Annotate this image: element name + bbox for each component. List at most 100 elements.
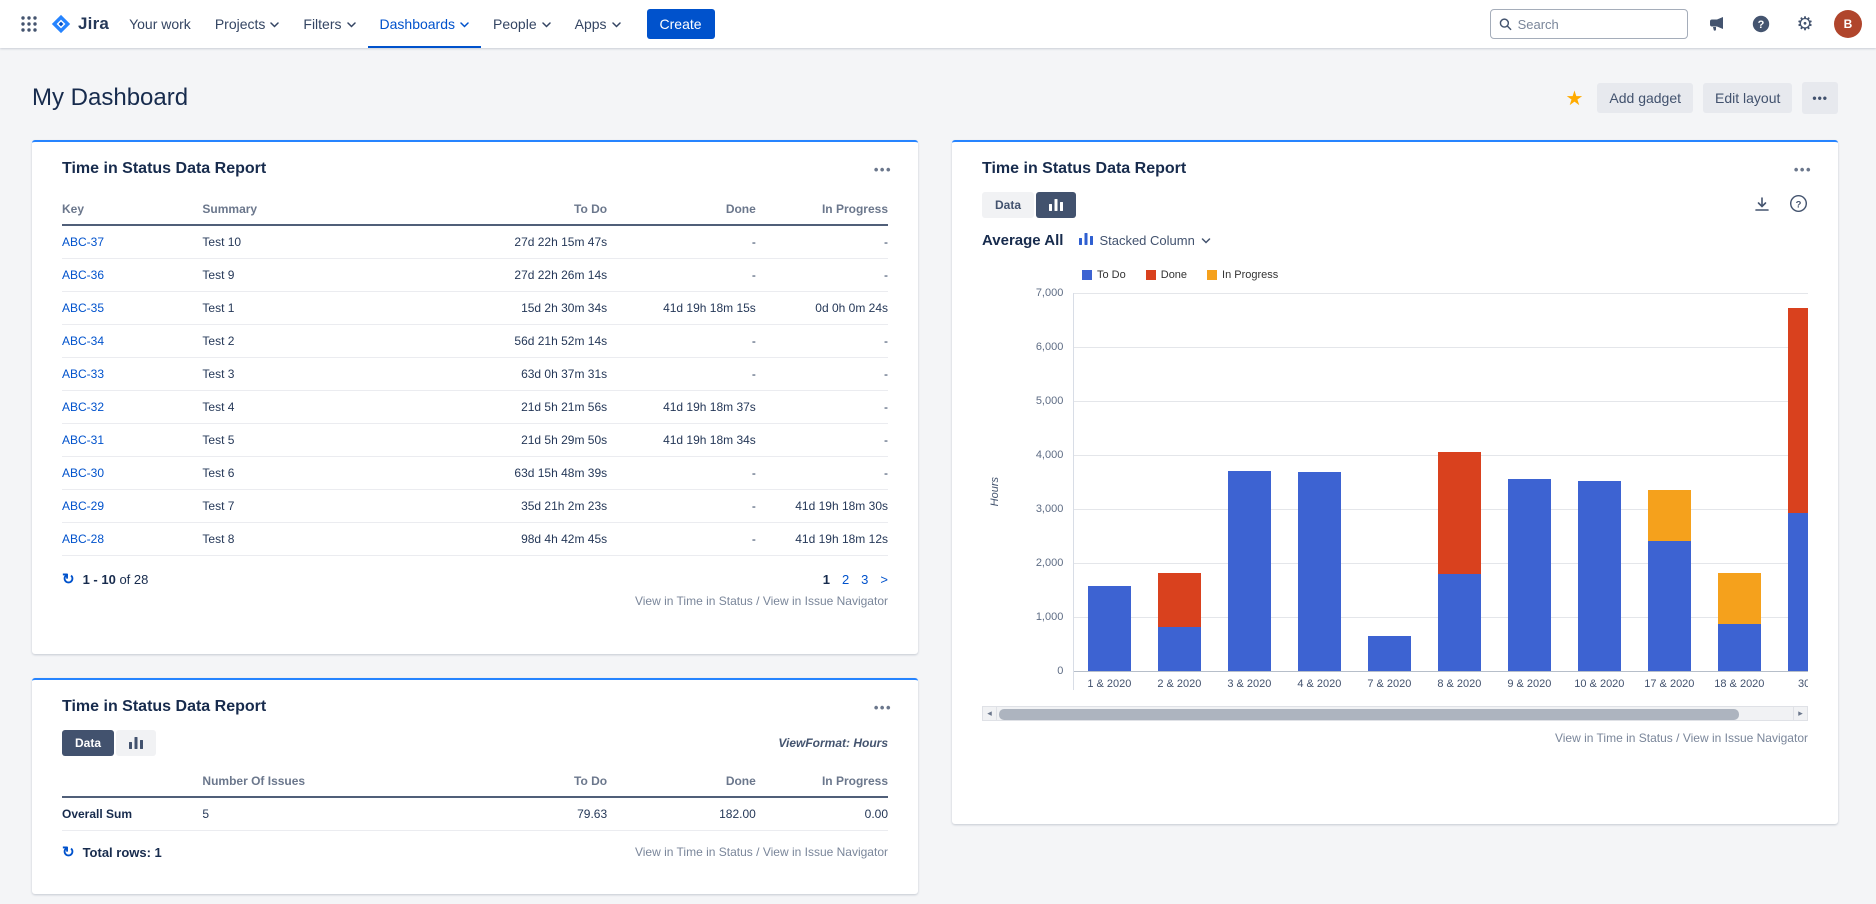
gadget-time-in-status-chart: Time in Status Data Report ••• Data ? [952, 140, 1838, 824]
bar-group[interactable] [1704, 573, 1774, 671]
x-tick-label: 2 & 2020 [1144, 671, 1214, 690]
refresh-icon[interactable]: ↻ [62, 843, 75, 861]
view-in-issue-navigator-link[interactable]: View in Issue Navigator [763, 845, 888, 859]
gadget-menu-icon[interactable]: ••• [874, 700, 892, 715]
bar-group[interactable] [1074, 586, 1144, 671]
column-header-summary: Summary [202, 188, 409, 225]
bar-segment[interactable] [1508, 479, 1551, 671]
nav-item-projects[interactable]: Projects [203, 0, 292, 48]
help-icon[interactable]: ? [1746, 9, 1776, 39]
bar-group[interactable] [1494, 479, 1564, 671]
chevron-down-icon [460, 22, 469, 28]
chart-view-button[interactable] [1036, 192, 1076, 218]
done-value: 182.00 [607, 797, 756, 831]
gadget-menu-icon[interactable]: ••• [1794, 162, 1812, 177]
gadget-time-in-status-table: Time in Status Data Report ••• Key Summa… [32, 140, 918, 654]
bar-segment[interactable] [1788, 513, 1808, 671]
bar-segment[interactable] [1158, 573, 1201, 627]
bar-segment[interactable] [1718, 624, 1761, 671]
legend-item[interactable]: In Progress [1207, 269, 1278, 281]
refresh-icon[interactable]: ↻ [62, 570, 75, 588]
help-circle-icon[interactable]: ? [1789, 194, 1808, 216]
data-view-button[interactable]: Data [982, 192, 1034, 218]
bar-group[interactable] [1284, 472, 1354, 671]
app-switcher-icon[interactable] [14, 9, 44, 39]
gadget-menu-icon[interactable]: ••• [874, 162, 892, 177]
issue-key-link[interactable]: ABC-29 [62, 499, 104, 513]
bar-group[interactable] [1214, 471, 1284, 671]
avatar[interactable]: B [1834, 10, 1862, 38]
nav-item-people[interactable]: People [481, 0, 563, 48]
bar-group[interactable] [1564, 481, 1634, 671]
scrollbar-thumb[interactable] [999, 709, 1739, 720]
add-gadget-button[interactable]: Add gadget [1597, 83, 1693, 113]
bar-group[interactable] [1424, 452, 1494, 671]
nav-item-apps[interactable]: Apps [563, 0, 633, 48]
nav-item-filters[interactable]: Filters [291, 0, 367, 48]
issue-row: ABC-34Test 256d 21h 52m 14s-- [62, 325, 888, 358]
issue-key-link[interactable]: ABC-30 [62, 466, 104, 480]
issue-key-link[interactable]: ABC-31 [62, 433, 104, 447]
bar-segment[interactable] [1648, 541, 1691, 671]
view-in-time-in-status-link[interactable]: View in Time in Status [1555, 731, 1673, 745]
pagination-range: 1 - 10 of 28 [83, 572, 149, 587]
nav-item-your-work[interactable]: Your work [117, 0, 203, 48]
search-input[interactable] [1518, 17, 1679, 32]
nav-item-dashboards[interactable]: Dashboards [368, 0, 482, 48]
summary-table: Number Of Issues To Do Done In Progress … [62, 760, 888, 831]
scroll-right-arrow[interactable]: ▸ [1793, 706, 1808, 721]
bar-segment[interactable] [1578, 481, 1621, 671]
notifications-icon[interactable] [1702, 9, 1732, 39]
scroll-left-arrow[interactable]: ◂ [982, 706, 997, 721]
settings-icon[interactable]: ⚙ [1790, 9, 1820, 39]
issue-key-link[interactable]: ABC-32 [62, 400, 104, 414]
issue-key-link[interactable]: ABC-36 [62, 268, 104, 282]
bar-group[interactable] [1634, 490, 1704, 671]
create-button[interactable]: Create [647, 9, 715, 39]
view-in-time-in-status-link[interactable]: View in Time in Status [635, 845, 753, 859]
bar-segment[interactable] [1088, 586, 1131, 671]
legend-item[interactable]: To Do [1082, 269, 1126, 281]
y-tick-label: 4,000 [1036, 449, 1064, 461]
favorite-star-icon[interactable]: ★ [1565, 86, 1583, 111]
bar-group[interactable] [1144, 573, 1214, 671]
bar-segment[interactable] [1158, 627, 1201, 671]
gadget-footer-links: View in Time in Status / View in Issue N… [62, 594, 888, 608]
bar-segment[interactable] [1788, 308, 1808, 513]
scrollbar-track[interactable] [997, 706, 1793, 721]
dashboard-more-button[interactable]: ••• [1802, 82, 1838, 114]
bar-segment[interactable] [1228, 471, 1271, 671]
legend-item[interactable]: Done [1146, 269, 1187, 281]
issue-key-link[interactable]: ABC-28 [62, 532, 104, 546]
bar-segment[interactable] [1438, 452, 1481, 574]
issue-key-link[interactable]: ABC-37 [62, 235, 104, 249]
issue-key-link[interactable]: ABC-33 [62, 367, 104, 381]
issue-key-link[interactable]: ABC-35 [62, 301, 104, 315]
bar-segment[interactable] [1718, 573, 1761, 624]
view-in-issue-navigator-link[interactable]: View in Issue Navigator [1683, 731, 1808, 745]
data-view-button[interactable]: Data [62, 730, 114, 756]
next-page-button[interactable]: > [880, 572, 888, 587]
page-1[interactable]: 1 [823, 572, 830, 587]
issue-key-link[interactable]: ABC-34 [62, 334, 104, 348]
page-2[interactable]: 2 [842, 572, 849, 587]
jira-logo[interactable]: Jira [46, 13, 117, 35]
bar-group[interactable] [1774, 308, 1808, 671]
stacked-column-chart: To DoDoneIn Progress Hours 01,0002,0003,… [982, 269, 1808, 721]
bar-group[interactable] [1354, 636, 1424, 671]
page-3[interactable]: 3 [861, 572, 868, 587]
column-header-done: Done [607, 188, 756, 225]
edit-layout-button[interactable]: Edit layout [1703, 83, 1792, 113]
bar-segment[interactable] [1438, 574, 1481, 671]
bar-segment[interactable] [1648, 490, 1691, 541]
view-in-time-in-status-link[interactable]: View in Time in Status [635, 594, 753, 608]
chart-view-button[interactable] [116, 730, 156, 756]
chart-type-select[interactable]: Stacked Column [1079, 233, 1210, 248]
bar-segment[interactable] [1368, 636, 1411, 671]
view-in-issue-navigator-link[interactable]: View in Issue Navigator [763, 594, 888, 608]
y-tick-label: 3,000 [1036, 503, 1064, 515]
chart-scrollbar[interactable]: ◂ ▸ [982, 706, 1808, 721]
export-icon[interactable] [1753, 195, 1771, 216]
bar-segment[interactable] [1298, 472, 1341, 671]
chart-plot-area: 1 & 20202 & 20203 & 20204 & 20207 & 2020… [1073, 293, 1808, 690]
